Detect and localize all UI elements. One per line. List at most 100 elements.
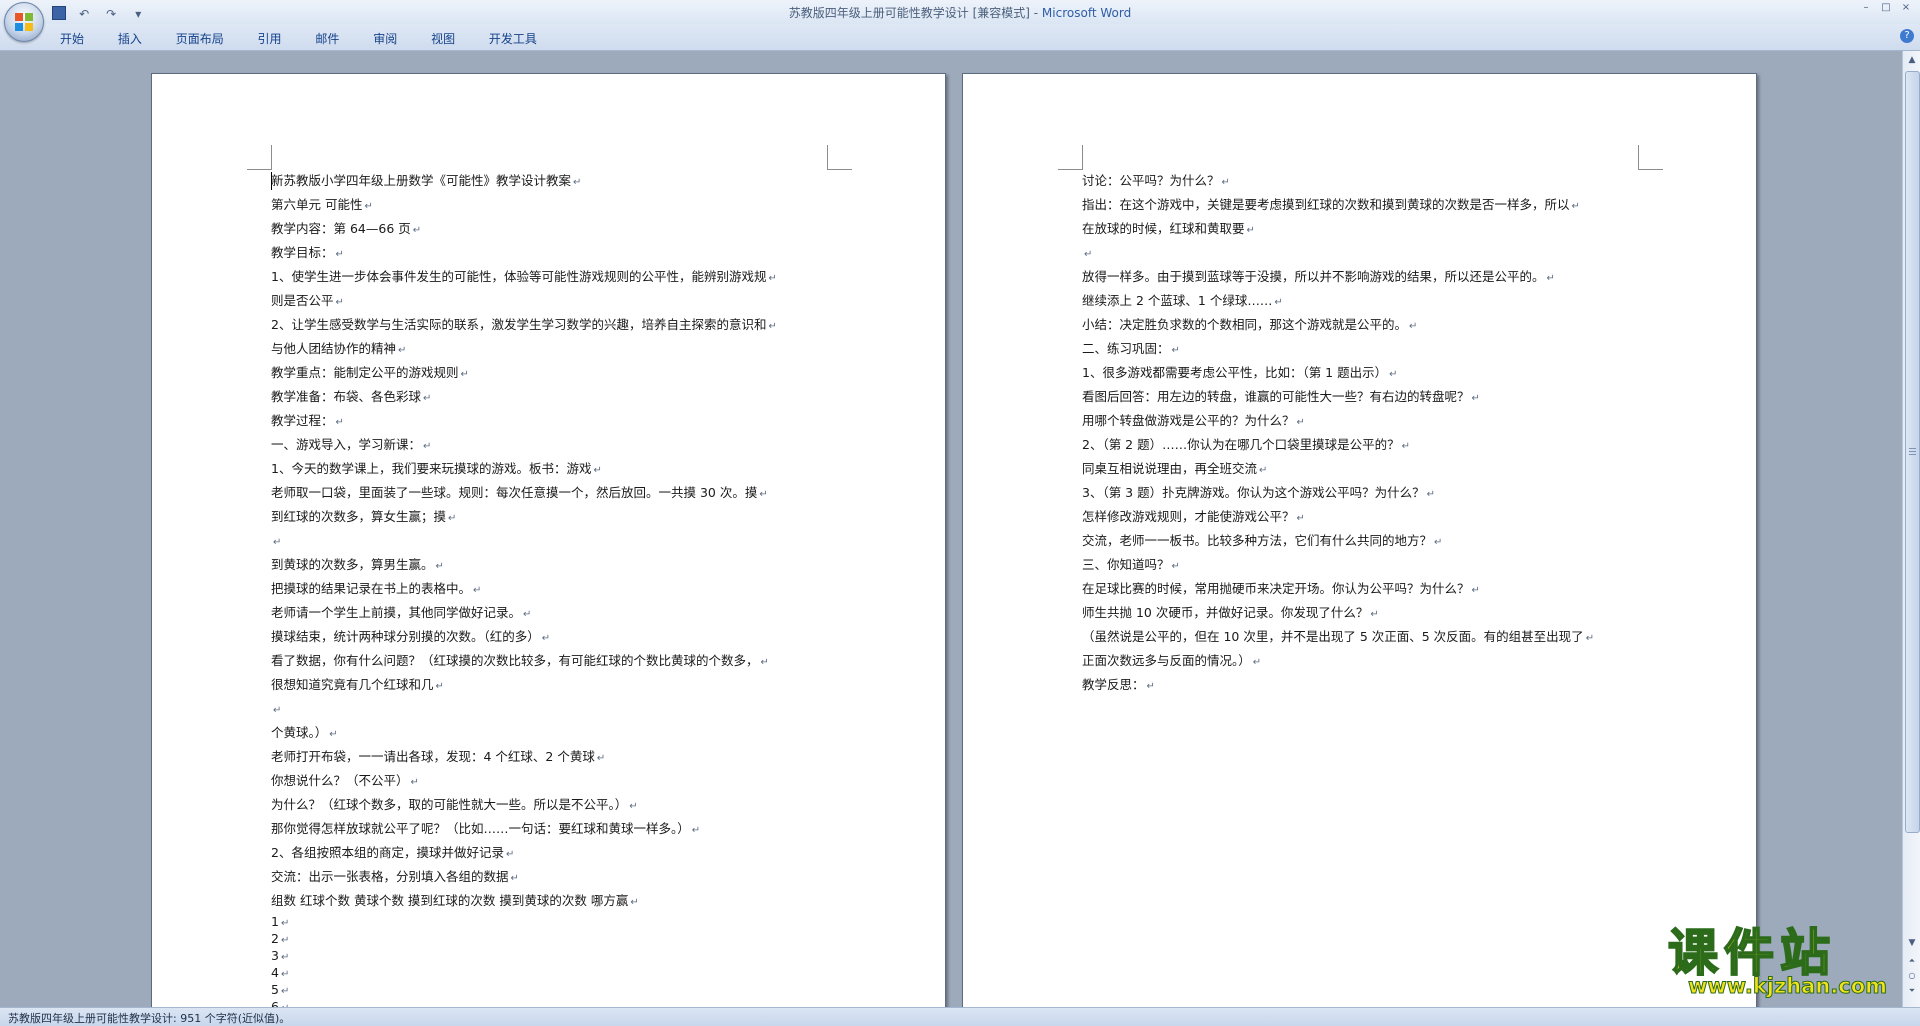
- redo-icon[interactable]: ↷: [102, 6, 120, 22]
- paragraph-line: 怎样修改游戏规则，才能使游戏公平？: [1082, 505, 1642, 529]
- paragraph-line: [1082, 241, 1642, 265]
- paragraph-line: 6: [271, 998, 831, 1007]
- page-1-text[interactable]: 新苏教版小学四年级上册数学《可能性》教学设计教案第六单元 可能性教学内容：第 6…: [271, 169, 831, 1007]
- paragraph-line: 新苏教版小学四年级上册数学《可能性》教学设计教案: [271, 169, 831, 193]
- paragraph-line: 教学重点：能制定公平的游戏规则: [271, 361, 831, 385]
- paragraph-line: 三、你知道吗？: [1082, 553, 1642, 577]
- paragraph-line: 2、让学生感受数学与生活实际的联系，激发学生学习数学的兴趣，培养自主探索的意识和: [271, 313, 831, 337]
- paragraph-line: 教学准备：布袋、各色彩球: [271, 385, 831, 409]
- paragraph-line: [271, 529, 831, 553]
- crop-mark: [1058, 145, 1083, 170]
- tab-references[interactable]: 引用: [258, 30, 282, 47]
- paragraph-line: 用哪个转盘做游戏是公平的？为什么？: [1082, 409, 1642, 433]
- paragraph-line: （虽然说是公平的，但在 10 次里，并不是出现了 5 次正面、5 次反面。有的组…: [1082, 625, 1642, 649]
- page-1[interactable]: 新苏教版小学四年级上册数学《可能性》教学设计教案第六单元 可能性教学内容：第 6…: [151, 73, 946, 1007]
- paragraph-line: 与他人团结协作的精神: [271, 337, 831, 361]
- tab-home[interactable]: 开始: [60, 30, 84, 47]
- tab-view[interactable]: 视图: [431, 30, 455, 47]
- office-logo-icon: [15, 13, 33, 31]
- save-icon[interactable]: [52, 6, 66, 20]
- paragraph-line: 到红球的次数多，算女生赢；摸: [271, 505, 831, 529]
- select-browse-object-icon[interactable]: ○: [1903, 969, 1920, 982]
- paragraph-line: 1: [271, 913, 831, 930]
- paragraph-line: 很想知道究竟有几个红球和几: [271, 673, 831, 697]
- document-title: 苏教版四年级上册可能性教学设计 [兼容模式] -: [788, 6, 1042, 20]
- scroll-thumb[interactable]: [1905, 71, 1920, 833]
- site-watermark: 课件站 www.kjzhan.com: [1667, 924, 1898, 1000]
- office-button[interactable]: [4, 2, 44, 42]
- page-2[interactable]: 讨论：公平吗？为什么？指出：在这个游戏中，关键是要考虑摸到红球的次数和摸到黄球的…: [962, 73, 1757, 1007]
- paragraph-line: 同桌互相说说理由，再全班交流: [1082, 457, 1642, 481]
- paragraph-line: 老师取一口袋，里面装了一些球。规则：每次任意摸一个，然后放回。一共摸 30 次。…: [271, 481, 831, 505]
- paragraph-line: 交流：出示一张表格，分别填入各组的数据: [271, 865, 831, 889]
- previous-page-icon[interactable]: ⏶: [1903, 954, 1920, 967]
- tab-page-layout[interactable]: 页面布局: [176, 30, 224, 47]
- maximize-button[interactable]: □: [1876, 2, 1896, 13]
- ribbon-tabs: 开始 插入 页面布局 引用 邮件 审阅 视图 开发工具 ?: [0, 24, 1920, 51]
- paragraph-line: [271, 697, 831, 721]
- scroll-up-icon[interactable]: ▲: [1904, 53, 1920, 67]
- vertical-scrollbar[interactable]: ▲ ▼ ⏶ ○ ⏷: [1902, 51, 1920, 1007]
- title-bar: 苏教版四年级上册可能性教学设计 [兼容模式] - Microsoft Word …: [0, 0, 1920, 24]
- paragraph-line: 讨论：公平吗？为什么？: [1082, 169, 1642, 193]
- paragraph-line: 为什么？（红球个数多，取的可能性就大一些。所以是不公平。）: [271, 793, 831, 817]
- crop-mark: [827, 145, 852, 170]
- paragraph-line: 2: [271, 930, 831, 947]
- paragraph-line: 看了数据，你有什么问题？（红球摸的次数比较多，有可能红球的个数比黄球的个数多，: [271, 649, 831, 673]
- paragraph-line: 教学目标：: [271, 241, 831, 265]
- tab-mailings[interactable]: 邮件: [315, 30, 339, 47]
- watermark-cn: 课件站: [1667, 924, 1836, 982]
- paragraph-line: 3、（第 3 题）扑克牌游戏。你认为这个游戏公平吗？为什么？: [1082, 481, 1642, 505]
- app-name: Microsoft Word: [1041, 6, 1132, 20]
- status-bar: 苏教版四年级上册可能性教学设计: 951 个字符(近似值)。: [0, 1007, 1920, 1026]
- help-icon[interactable]: ?: [1900, 29, 1914, 43]
- document-area: 新苏教版小学四年级上册数学《可能性》教学设计教案第六单元 可能性教学内容：第 6…: [0, 51, 1902, 1007]
- paragraph-line: 放得一样多。由于摸到蓝球等于没摸，所以并不影响游戏的结果，所以还是公平的。: [1082, 265, 1642, 289]
- watermark-url: www.kjzhan.com: [1687, 974, 1888, 999]
- crop-mark: [247, 145, 272, 170]
- tab-review[interactable]: 审阅: [373, 30, 397, 47]
- paragraph-line: 正面次数远多与反面的情况。）: [1082, 649, 1642, 673]
- tab-insert[interactable]: 插入: [118, 30, 142, 47]
- paragraph-line: 1、今天的数学课上，我们要来玩摸球的游戏。板书：游戏: [271, 457, 831, 481]
- close-button[interactable]: ×: [1896, 2, 1916, 13]
- paragraph-line: 2、（第 2 题）……你认为在哪几个口袋里摸球是公平的？: [1082, 433, 1642, 457]
- paragraph-line: 交流，老师一一板书。比较多种方法，它们有什么共同的地方？: [1082, 529, 1642, 553]
- quick-access-toolbar: ↶ ↷ ▾: [52, 3, 151, 21]
- page-2-text[interactable]: 讨论：公平吗？为什么？指出：在这个游戏中，关键是要考虑摸到红球的次数和摸到黄球的…: [1082, 169, 1642, 697]
- paragraph-line: 看图后回答：用左边的转盘，谁赢的可能性大一些？有右边的转盘呢？: [1082, 385, 1642, 409]
- paragraph-line: 师生共抛 10 次硬币，并做好记录。你发现了什么？: [1082, 601, 1642, 625]
- customize-icon[interactable]: ▾: [129, 6, 147, 22]
- paragraph-line: 老师打开布袋，一一请出各球，发现：4 个红球、2 个黄球: [271, 745, 831, 769]
- paragraph-line: 老师请一个学生上前摸，其他同学做好记录。: [271, 601, 831, 625]
- tab-developer[interactable]: 开发工具: [489, 30, 537, 47]
- paragraph-line: 1、使学生进一步体会事件发生的可能性，体验等可能性游戏规则的公平性，能辨别游戏规: [271, 265, 831, 289]
- paragraph-line: 则是否公平: [271, 289, 831, 313]
- next-page-icon[interactable]: ⏷: [1903, 984, 1920, 997]
- paragraph-line: 你想说什么？（不公平）: [271, 769, 831, 793]
- paragraph-line: 那你觉得怎样放球就公平了呢？（比如……一句话：要红球和黄球一样多。）: [271, 817, 831, 841]
- paragraph-line: 小结：决定胜负求数的个数相同，那这个游戏就是公平的。: [1082, 313, 1642, 337]
- paragraph-line: 教学过程：: [271, 409, 831, 433]
- window-controls: – □ ×: [1856, 2, 1916, 13]
- window-title: 苏教版四年级上册可能性教学设计 [兼容模式] - Microsoft Word: [0, 4, 1920, 21]
- paragraph-line: 到黄球的次数多，算男生赢。: [271, 553, 831, 577]
- minimize-button[interactable]: –: [1856, 2, 1876, 13]
- paragraph-line: 在放球的时候，红球和黄取要: [1082, 217, 1642, 241]
- paragraph-line: 教学内容：第 64—66 页: [271, 217, 831, 241]
- crop-mark: [1638, 145, 1663, 170]
- paragraph-line: 摸球结束，统计两种球分别摸的次数。（红的多）: [271, 625, 831, 649]
- paragraph-line: 2、各组按照本组的商定，摸球并做好记录: [271, 841, 831, 865]
- paragraph-line: 在足球比赛的时候，常用抛硬币来决定开场。你认为公平吗？为什么？: [1082, 577, 1642, 601]
- paragraph-line: 教学反思：: [1082, 673, 1642, 697]
- paragraph-line: 组数 红球个数 黄球个数 摸到红球的次数 摸到黄球的次数 哪方赢: [271, 889, 831, 913]
- undo-icon[interactable]: ↶: [75, 6, 93, 22]
- paragraph-line: 1、很多游戏都需要考虑公平性，比如：（第 1 题出示）: [1082, 361, 1642, 385]
- paragraph-line: 继续添上 2 个蓝球、1 个绿球……: [1082, 289, 1642, 313]
- scroll-down-icon[interactable]: ▼: [1904, 936, 1920, 950]
- paragraph-line: 二、练习巩固：: [1082, 337, 1642, 361]
- paragraph-line: 第六单元 可能性: [271, 193, 831, 217]
- paragraph-line: 指出：在这个游戏中，关键是要考虑摸到红球的次数和摸到黄球的次数是否一样多，所以: [1082, 193, 1642, 217]
- paragraph-line: 4: [271, 964, 831, 981]
- paragraph-line: 个黄球。）: [271, 721, 831, 745]
